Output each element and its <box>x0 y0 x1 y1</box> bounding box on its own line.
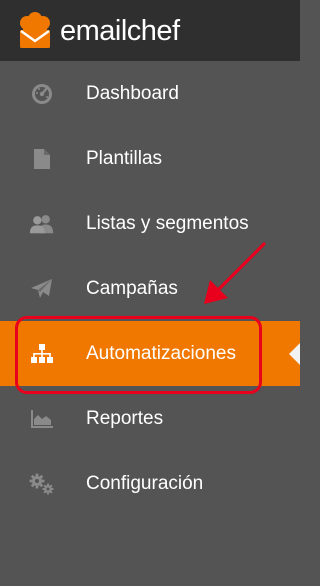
active-indicator-caret <box>289 342 300 365</box>
sidebar-item-label: Campañas <box>86 277 178 299</box>
sitemap-icon <box>29 341 55 367</box>
brand-name: emailchef <box>60 15 180 47</box>
sidebar-item-label: Plantillas <box>86 147 163 169</box>
users-icon <box>29 211 55 237</box>
sidebar-item-automatizaciones[interactable]: Automatizaciones <box>0 321 300 386</box>
gears-icon <box>29 471 55 497</box>
area-chart-icon <box>29 406 55 432</box>
chef-hat-envelope-icon <box>20 12 50 48</box>
sidebar-item-dashboard[interactable]: Dashboard <box>0 61 300 126</box>
app-header: emailchef <box>0 0 300 61</box>
sidebar-item-reportes[interactable]: Reportes <box>0 386 300 451</box>
sidebar-item-label: Reportes <box>86 407 164 429</box>
sidebar-item-plantillas[interactable]: Plantillas <box>0 126 300 191</box>
paper-plane-icon <box>29 276 55 302</box>
sidebar-item-label: Listas y segmentos <box>86 212 249 234</box>
sidebar-item-label: Configuración <box>86 472 204 494</box>
document-icon <box>29 146 55 172</box>
annotation-arrow-icon <box>204 242 266 304</box>
sidebar-item-label: Automatizaciones <box>86 342 236 364</box>
sidebar-item-label: Dashboard <box>86 82 179 104</box>
sidebar-item-configuracion[interactable]: Configuración <box>0 451 300 516</box>
dashboard-gauge-icon <box>29 81 55 107</box>
